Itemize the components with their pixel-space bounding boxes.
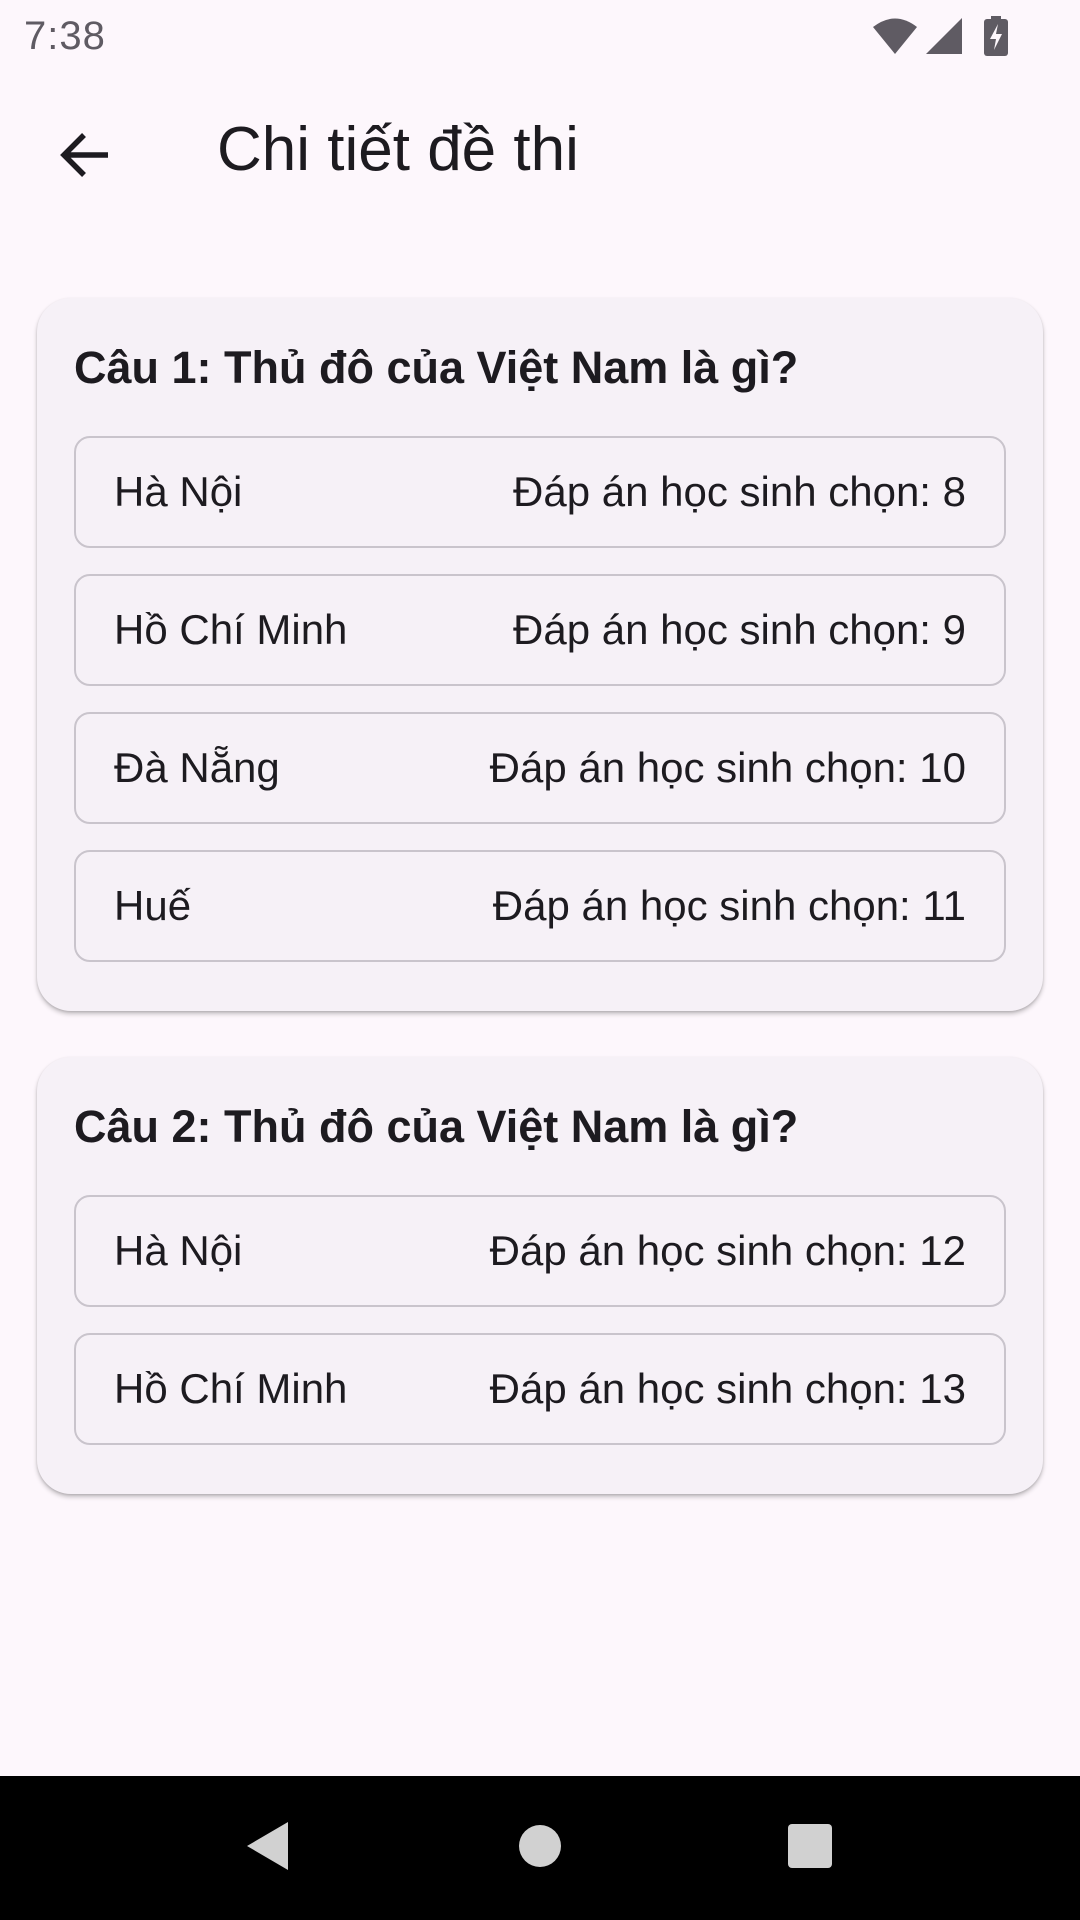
answer-option[interactable]: Hồ Chí Minh Đáp án học sinh chọn: 9 (74, 574, 1006, 686)
answer-option[interactable]: Hà Nội Đáp án học sinh chọn: 12 (74, 1195, 1006, 1307)
answer-label: Hồ Chí Minh (114, 606, 348, 653)
nav-back-button[interactable] (217, 1798, 317, 1898)
answer-count: Đáp án học sinh chọn: 12 (489, 1227, 966, 1274)
answer-option[interactable]: Huế Đáp án học sinh chọn: 11 (74, 850, 1006, 962)
answer-option[interactable]: Đà Nẵng Đáp án học sinh chọn: 10 (74, 712, 1006, 824)
answer-count: Đáp án học sinh chọn: 9 (513, 606, 966, 653)
page-title: Chi tiết đề thi (217, 115, 579, 184)
wifi-icon (872, 16, 918, 56)
cell-signal-icon (924, 16, 964, 56)
answer-label: Hồ Chí Minh (114, 1365, 348, 1412)
arrow-left-icon (58, 130, 112, 185)
battery-charging-icon (984, 16, 1008, 56)
answer-count: Đáp án học sinh chọn: 11 (492, 882, 966, 929)
answer-count: Đáp án học sinh chọn: 10 (489, 744, 966, 791)
system-nav-bar (0, 1776, 1080, 1920)
app-bar: Chi tiết đề thi (0, 86, 1080, 226)
nav-recents-button[interactable] (760, 1798, 860, 1898)
answer-count: Đáp án học sinh chọn: 13 (489, 1365, 966, 1412)
nav-recents-icon (787, 1823, 833, 1874)
answer-label: Đà Nẵng (114, 744, 280, 791)
question-list: Câu 1: Thủ đô của Việt Nam là gì? Hà Nội… (37, 298, 1043, 1540)
answer-label: Hà Nội (114, 1227, 243, 1274)
question-text: Câu 2: Thủ đô của Việt Nam là gì? (74, 1101, 799, 1152)
status-time: 7:38 (24, 14, 106, 58)
status-bar: 7:38 (0, 0, 1080, 75)
nav-home-button[interactable] (490, 1798, 590, 1898)
nav-home-icon (517, 1823, 563, 1874)
nav-back-icon (242, 1819, 292, 1878)
question-card: Câu 2: Thủ đô của Việt Nam là gì? Hà Nội… (37, 1057, 1043, 1494)
back-button[interactable] (40, 112, 130, 202)
answer-option[interactable]: Hồ Chí Minh Đáp án học sinh chọn: 13 (74, 1333, 1006, 1445)
question-card: Câu 1: Thủ đô của Việt Nam là gì? Hà Nội… (37, 298, 1043, 1011)
answer-count: Đáp án học sinh chọn: 8 (513, 468, 966, 515)
status-icons (872, 16, 1008, 56)
answer-label: Huế (114, 882, 192, 929)
question-text: Câu 1: Thủ đô của Việt Nam là gì? (74, 342, 799, 393)
answer-label: Hà Nội (114, 468, 243, 515)
answer-option[interactable]: Hà Nội Đáp án học sinh chọn: 8 (74, 436, 1006, 548)
